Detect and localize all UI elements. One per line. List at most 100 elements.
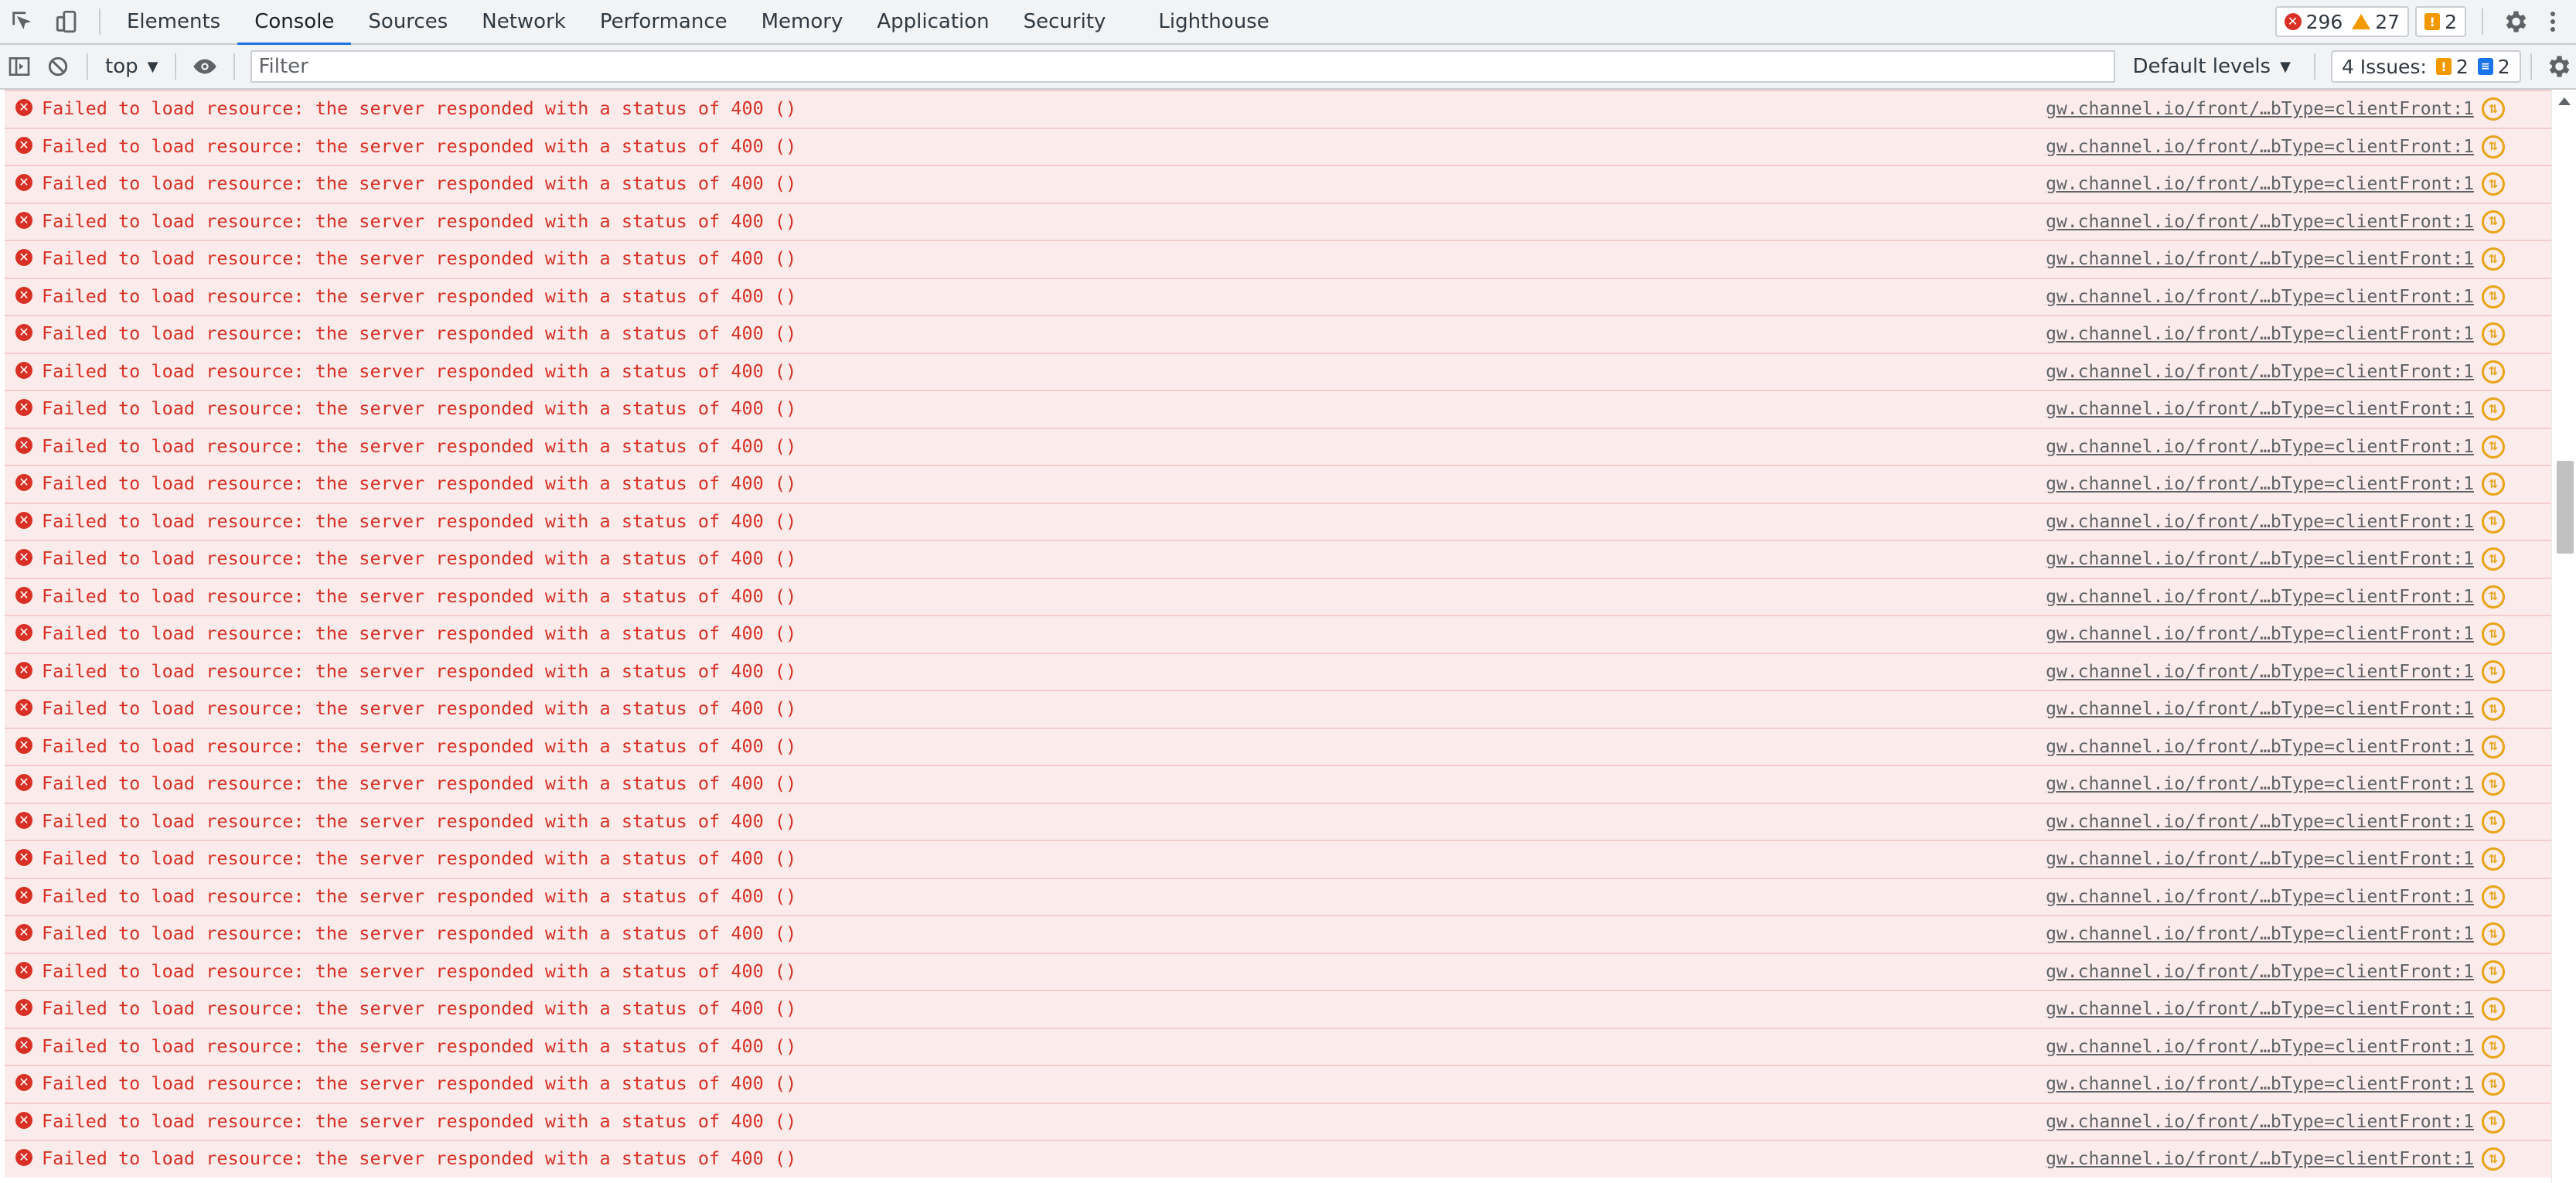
- tab-sources[interactable]: Sources: [351, 0, 465, 44]
- message-source-link[interactable]: gw.channel.io/front/…bType=clientFront:1: [2046, 737, 2474, 757]
- console-message-row[interactable]: ✕ Failed to load resource: the server res…: [5, 127, 2551, 165]
- filter-input[interactable]: [250, 50, 2116, 83]
- network-request-icon[interactable]: ⇅: [2482, 1035, 2505, 1059]
- message-source-link[interactable]: gw.channel.io/front/…bType=clientFront:1: [2046, 99, 2474, 119]
- message-source-link[interactable]: gw.channel.io/front/…bType=clientFront:1: [2046, 887, 2474, 907]
- console-message-row[interactable]: ✕ Failed to load resource: the server res…: [5, 202, 2551, 240]
- message-source-link[interactable]: gw.channel.io/front/…bType=clientFront:1: [2046, 399, 2474, 419]
- console-message-row[interactable]: ✕ Failed to load resource: the server res…: [5, 915, 2551, 953]
- message-source-link[interactable]: gw.channel.io/front/…bType=clientFront:1: [2046, 212, 2474, 232]
- console-message-row[interactable]: ✕ Failed to load resource: the server res…: [5, 840, 2551, 878]
- console-message-row[interactable]: ✕ Failed to load resource: the server res…: [5, 90, 2551, 128]
- network-request-icon[interactable]: ⇅: [2482, 210, 2505, 234]
- network-request-icon[interactable]: ⇅: [2482, 435, 2505, 459]
- gear-icon[interactable]: [2493, 0, 2537, 44]
- kebab-menu-icon[interactable]: [2537, 0, 2568, 44]
- network-request-icon[interactable]: ⇅: [2482, 97, 2505, 121]
- network-request-icon[interactable]: ⇅: [2482, 847, 2505, 871]
- tab-security[interactable]: Security: [1007, 0, 1123, 44]
- console-message-row[interactable]: ✕ Failed to load resource: the server res…: [5, 615, 2551, 653]
- issues-counter[interactable]: ! 2: [2415, 6, 2466, 37]
- error-warning-counter[interactable]: ✕ 296 27: [2274, 6, 2410, 37]
- tab-elements[interactable]: Elements: [110, 0, 237, 44]
- console-message-row[interactable]: ✕ Failed to load resource: the server res…: [5, 352, 2551, 390]
- eye-icon[interactable]: [186, 44, 224, 89]
- console-message-row[interactable]: ✕ Failed to load resource: the server res…: [5, 802, 2551, 840]
- network-request-icon[interactable]: ⇅: [2482, 397, 2505, 421]
- console-message-row[interactable]: ✕ Failed to load resource: the server res…: [5, 877, 2551, 915]
- issues-button[interactable]: 4 Issues: ! 2 ≡ 2: [2330, 50, 2521, 83]
- clear-console-icon[interactable]: [39, 44, 77, 89]
- network-request-icon[interactable]: ⇅: [2482, 135, 2505, 159]
- network-request-icon[interactable]: ⇅: [2482, 622, 2505, 646]
- console-message-row[interactable]: ✕ Failed to load resource: the server res…: [5, 465, 2551, 503]
- console-message-row[interactable]: ✕ Failed to load resource: the server res…: [5, 952, 2551, 990]
- message-source-link[interactable]: gw.channel.io/front/…bType=clientFront:1: [2046, 512, 2474, 532]
- network-request-icon[interactable]: ⇅: [2482, 1110, 2505, 1134]
- console-message-row[interactable]: ✕ Failed to load resource: the server res…: [5, 1102, 2551, 1140]
- console-message-row[interactable]: ✕ Failed to load resource: the server res…: [5, 277, 2551, 315]
- console-message-row[interactable]: ✕ Failed to load resource: the server res…: [5, 240, 2551, 278]
- network-request-icon[interactable]: ⇅: [2482, 510, 2505, 534]
- message-source-link[interactable]: gw.channel.io/front/…bType=clientFront:1: [2046, 699, 2474, 719]
- network-request-icon[interactable]: ⇅: [2482, 1072, 2505, 1096]
- message-source-link[interactable]: gw.channel.io/front/…bType=clientFront:1: [2046, 1149, 2474, 1169]
- tab-console[interactable]: Console: [237, 0, 352, 46]
- message-source-link[interactable]: gw.channel.io/front/…bType=clientFront:1: [2046, 812, 2474, 832]
- network-request-icon[interactable]: ⇅: [2482, 960, 2505, 984]
- console-message-row[interactable]: ✕ Failed to load resource: the server res…: [5, 990, 2551, 1028]
- message-source-link[interactable]: gw.channel.io/front/…bType=clientFront:1: [2046, 474, 2474, 494]
- message-source-link[interactable]: gw.channel.io/front/…bType=clientFront:1: [2046, 924, 2474, 944]
- console-scrollbar[interactable]: [2551, 90, 2576, 1183]
- console-message-row[interactable]: ✕ Failed to load resource: the server res…: [5, 765, 2551, 803]
- message-source-link[interactable]: gw.channel.io/front/…bType=clientFront:1: [2046, 1037, 2474, 1057]
- scroll-up-arrow-icon[interactable]: [2558, 97, 2571, 105]
- tab-network[interactable]: Network: [465, 0, 583, 44]
- network-request-icon[interactable]: ⇅: [2482, 772, 2505, 796]
- network-request-icon[interactable]: ⇅: [2482, 922, 2505, 946]
- network-request-icon[interactable]: ⇅: [2482, 810, 2505, 834]
- console-message-row[interactable]: ✕ Failed to load resource: the server res…: [5, 652, 2551, 690]
- console-message-row[interactable]: ✕ Failed to load resource: the server res…: [5, 315, 2551, 353]
- message-source-link[interactable]: gw.channel.io/front/…bType=clientFront:1: [2046, 437, 2474, 457]
- message-source-link[interactable]: gw.channel.io/front/…bType=clientFront:1: [2046, 962, 2474, 982]
- context-selector[interactable]: top ▼: [97, 44, 165, 89]
- message-source-link[interactable]: gw.channel.io/front/…bType=clientFront:1: [2046, 1074, 2474, 1094]
- network-request-icon[interactable]: ⇅: [2482, 360, 2505, 384]
- message-source-link[interactable]: gw.channel.io/front/…bType=clientFront:1: [2046, 137, 2474, 157]
- network-request-icon[interactable]: ⇅: [2482, 697, 2505, 721]
- message-source-link[interactable]: gw.channel.io/front/…bType=clientFront:1: [2046, 624, 2474, 644]
- network-request-icon[interactable]: ⇅: [2482, 247, 2505, 271]
- tab-lighthouse[interactable]: Lighthouse: [1141, 0, 1286, 44]
- console-message-row[interactable]: ✕ Failed to load resource: the server res…: [5, 1027, 2551, 1065]
- network-request-icon[interactable]: ⇅: [2482, 472, 2505, 496]
- device-toolbar-icon[interactable]: [45, 0, 90, 44]
- network-request-icon[interactable]: ⇅: [2482, 885, 2505, 909]
- network-request-icon[interactable]: ⇅: [2482, 585, 2505, 609]
- tab-memory[interactable]: Memory: [745, 0, 860, 44]
- message-source-link[interactable]: gw.channel.io/front/…bType=clientFront:1: [2046, 999, 2474, 1019]
- message-source-link[interactable]: gw.channel.io/front/…bType=clientFront:1: [2046, 249, 2474, 269]
- network-request-icon[interactable]: ⇅: [2482, 735, 2505, 759]
- show-sidebar-icon[interactable]: [0, 44, 39, 89]
- console-message-row[interactable]: ✕ Failed to load resource: the server res…: [5, 1065, 2551, 1103]
- inspect-element-icon[interactable]: [0, 0, 45, 44]
- console-message-row[interactable]: ✕ Failed to load resource: the server res…: [5, 577, 2551, 615]
- console-message-row[interactable]: ✕ Failed to load resource: the server res…: [5, 502, 2551, 540]
- console-message-row[interactable]: ✕ Failed to load resource: the server res…: [5, 1140, 2551, 1178]
- message-source-link[interactable]: gw.channel.io/front/…bType=clientFront:1: [2046, 662, 2474, 682]
- network-request-icon[interactable]: ⇅: [2482, 660, 2505, 684]
- network-request-icon[interactable]: ⇅: [2482, 322, 2505, 346]
- message-source-link[interactable]: gw.channel.io/front/…bType=clientFront:1: [2046, 362, 2474, 382]
- console-message-row[interactable]: ✕ Failed to load resource: the server res…: [5, 390, 2551, 428]
- network-request-icon[interactable]: ⇅: [2482, 547, 2505, 571]
- message-source-link[interactable]: gw.channel.io/front/…bType=clientFront:1: [2046, 174, 2474, 194]
- console-settings-gear-icon[interactable]: [2541, 44, 2575, 89]
- console-message-row[interactable]: ✕ Failed to load resource: the server res…: [5, 427, 2551, 465]
- network-request-icon[interactable]: ⇅: [2482, 172, 2505, 196]
- console-message-row[interactable]: ✕ Failed to load resource: the server res…: [5, 727, 2551, 765]
- scrollbar-thumb[interactable]: [2557, 461, 2574, 554]
- message-source-link[interactable]: gw.channel.io/front/…bType=clientFront:1: [2046, 587, 2474, 607]
- console-message-row[interactable]: ✕ Failed to load resource: the server res…: [5, 540, 2551, 578]
- message-source-link[interactable]: gw.channel.io/front/…bType=clientFront:1: [2046, 549, 2474, 569]
